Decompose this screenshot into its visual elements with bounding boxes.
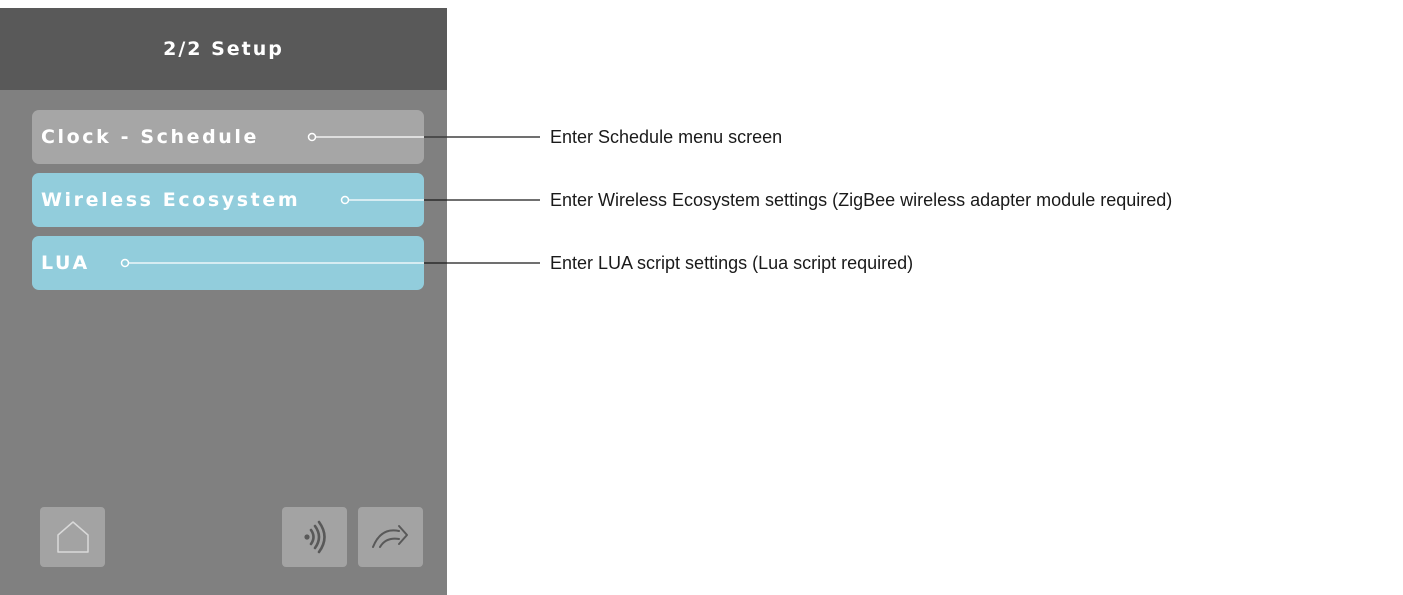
home-button[interactable]: [40, 507, 105, 567]
screen-header: 2/2 Setup: [0, 8, 447, 90]
page-title: 2/2 Setup: [163, 38, 284, 60]
menu-item-clock-schedule[interactable]: Clock - Schedule: [32, 110, 424, 164]
next-button[interactable]: [358, 507, 423, 567]
menu-item-wireless-ecosystem[interactable]: Wireless Ecosystem: [32, 173, 424, 227]
annotation-schedule: Enter Schedule menu screen: [550, 127, 783, 147]
menu-item-label: Clock - Schedule: [41, 126, 260, 148]
next-arrow-icon: [371, 525, 408, 548]
annotation-lua: Enter LUA script settings (Lua script re…: [550, 253, 914, 273]
annotation-wireless: Enter Wireless Ecosystem settings (ZigBe…: [550, 190, 1173, 210]
wireless-button[interactable]: [282, 507, 347, 567]
home-icon: [56, 521, 89, 553]
device-screen: 2/2 Setup Clock - Schedule Wireless Ecos…: [0, 8, 447, 595]
menu-item-lua[interactable]: LUA: [32, 236, 424, 290]
menu-item-label: Wireless Ecosystem: [41, 189, 301, 211]
wireless-signal-icon: [303, 520, 326, 554]
menu-item-label: LUA: [41, 252, 90, 274]
